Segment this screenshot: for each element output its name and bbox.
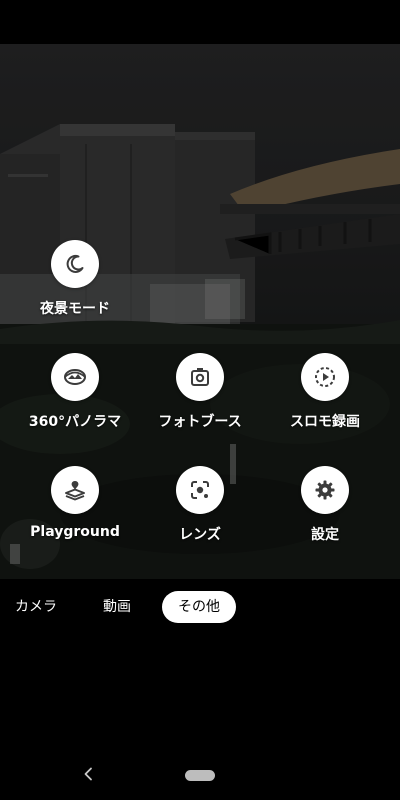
moon-icon[interactable] <box>51 240 99 288</box>
system-navigation-bar <box>0 748 400 800</box>
mode-panorama-360[interactable]: 360°パノラマ <box>15 353 135 431</box>
playground-icon[interactable] <box>51 466 99 514</box>
tab-camera[interactable]: カメラ <box>12 591 60 623</box>
mode-label: 夜景モード <box>40 301 110 317</box>
photobooth-icon[interactable] <box>176 353 224 401</box>
mode-label: レンズ <box>179 527 221 543</box>
camera-app-screen: 夜景モード 360°パノラマ フォトブース スロモ録画 Playground レ… <box>0 0 400 800</box>
mode-label: スロモ録画 <box>290 414 360 430</box>
mode-night-sight[interactable]: 夜景モード <box>15 240 135 318</box>
panorama-icon[interactable] <box>51 353 99 401</box>
tab-video[interactable]: 動画 <box>100 591 134 623</box>
camera-mode-tabs: カメラ 動画 その他 <box>0 588 400 626</box>
mode-lens[interactable]: レンズ <box>140 466 260 544</box>
mode-label: Playground <box>30 524 120 540</box>
mode-label: 360°パノラマ <box>28 414 122 430</box>
slow-motion-icon[interactable] <box>301 353 349 401</box>
home-pill[interactable] <box>185 770 215 781</box>
mode-slow-motion[interactable]: スロモ録画 <box>265 353 385 431</box>
lens-icon[interactable] <box>176 466 224 514</box>
tab-more[interactable]: その他 <box>162 591 236 623</box>
mode-settings[interactable]: 設定 <box>265 466 385 544</box>
mode-label: フォトブース <box>158 414 242 430</box>
mode-playground[interactable]: Playground <box>15 466 135 540</box>
mode-label: 設定 <box>311 527 339 543</box>
mode-photobooth[interactable]: フォトブース <box>140 353 260 431</box>
gear-icon[interactable] <box>301 466 349 514</box>
back-icon[interactable] <box>78 762 98 786</box>
